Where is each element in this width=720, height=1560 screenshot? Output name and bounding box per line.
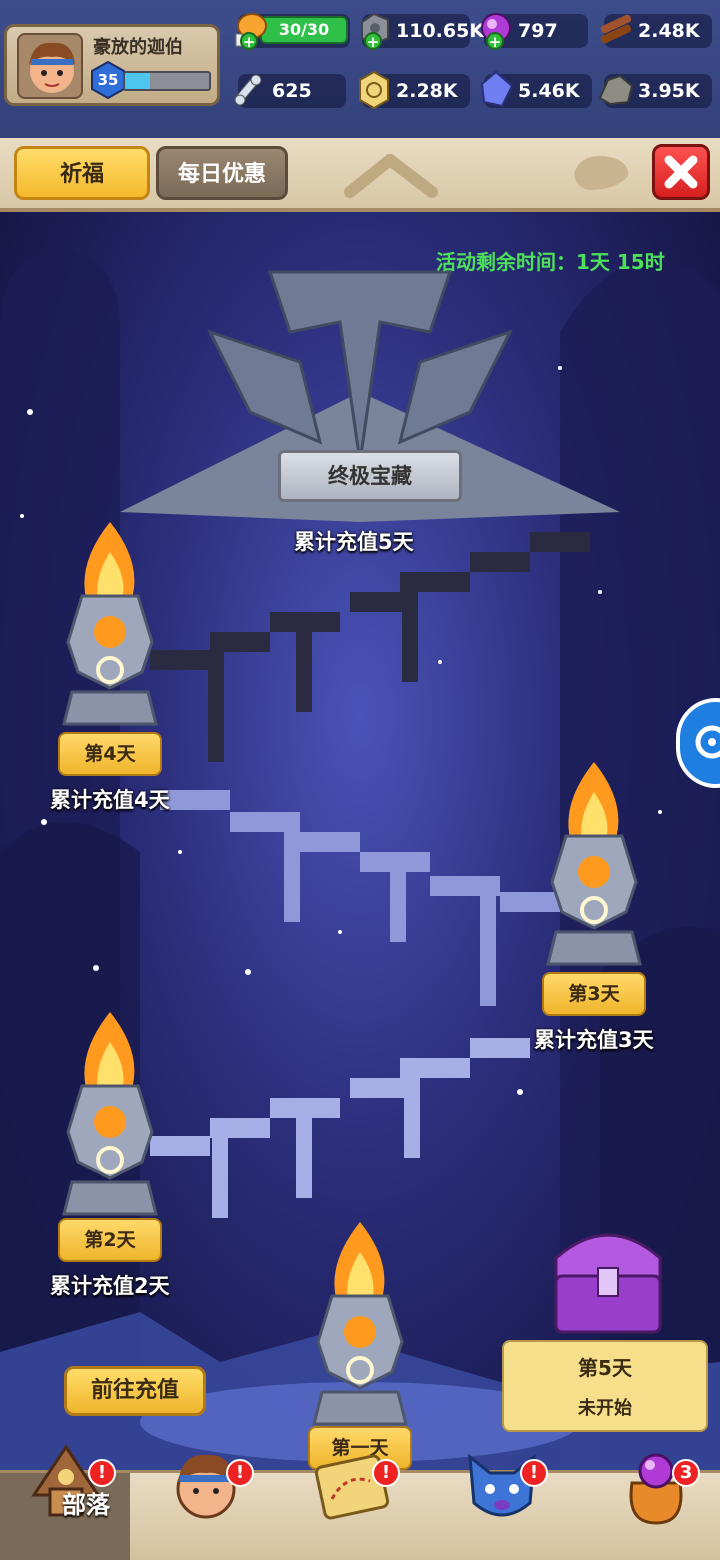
resource-bar: 豪放的迦伯 35 30/30 + + 110.65K + 797 2.48K 6… <box>0 0 720 138</box>
wood-counter: 2.48K <box>600 14 712 48</box>
stamina-value: 30/30 <box>278 20 330 39</box>
nav-tribe[interactable]: ! 部落 <box>16 1443 116 1559</box>
day4-subtitle: 累计充值4天 <box>50 788 170 812</box>
hero-alert-badge: ! <box>226 1459 254 1487</box>
bone-value: 625 <box>272 80 312 102</box>
ore-icon <box>598 74 634 106</box>
bone-counter: 625 <box>234 74 346 108</box>
pet-alert-badge: ! <box>520 1459 548 1487</box>
coin-counter: 2.28K <box>359 70 470 110</box>
day5-card: 第5天 未开始 <box>502 1340 708 1432</box>
close-button[interactable] <box>652 144 710 200</box>
day4-altar-icon <box>62 522 158 726</box>
crystal-counter: 5.46K <box>480 70 592 108</box>
map-alert-badge: ! <box>372 1459 400 1487</box>
purple-gem-value: 797 <box>518 20 558 42</box>
tab-bar: 祈福 每日优惠 <box>0 138 720 212</box>
gamepad-icon <box>695 725 720 759</box>
event-timer: 活动剩余时间：1天 15时 <box>436 250 665 274</box>
day4-tag: 第4天 <box>58 732 162 776</box>
stone-value: 110.65K <box>396 20 485 42</box>
event-scene: 活动剩余时间：1天 15时 终极宝藏 累计充值5天 第4天 累计充值4天 第3天… <box>0 212 720 1470</box>
coin-value: 2.28K <box>396 80 458 102</box>
crystal-value: 5.46K <box>518 80 580 102</box>
add-stamina-button[interactable]: + <box>240 32 258 51</box>
tribe-alert-badge: ! <box>88 1459 116 1487</box>
grand-treasure-title: 终极宝藏 <box>278 450 462 502</box>
player-profile[interactable]: 豪放的迦伯 35 <box>4 24 220 106</box>
day2-tag: 第2天 <box>58 1218 162 1262</box>
dino-skull-decoration-icon <box>574 155 629 190</box>
nav-hero[interactable]: ! <box>156 1443 256 1559</box>
day2-altar-icon <box>62 1012 158 1216</box>
purple-gem-counter[interactable]: + 797 <box>481 13 588 51</box>
bone-decoration-icon <box>344 154 438 198</box>
nav-tribe-label: 部落 <box>62 1491 110 1519</box>
ore-value: 3.95K <box>638 80 700 102</box>
stone-counter[interactable]: + 110.65K <box>361 12 484 51</box>
day5-title: 第5天 <box>578 1356 632 1380</box>
player-name: 豪放的迦伯 <box>93 37 183 58</box>
grand-treasure-subtitle: 累计充值5天 <box>294 530 414 554</box>
coin-icon <box>359 70 389 110</box>
tab-pray[interactable]: 祈福 <box>14 146 150 200</box>
go-recharge-button[interactable]: 前往充值 <box>64 1366 206 1416</box>
wood-icon <box>600 14 632 44</box>
bag-count-badge: 3 <box>672 1459 700 1487</box>
bone-icon <box>234 74 262 106</box>
wood-value: 2.48K <box>638 20 700 42</box>
treasure-chest-icon[interactable] <box>546 1218 670 1338</box>
close-icon <box>664 155 698 189</box>
nav-pet[interactable]: ! <box>450 1443 550 1559</box>
xp-fill <box>125 73 151 89</box>
stamina-counter[interactable]: 30/30 + <box>235 13 350 51</box>
add-gem-button[interactable]: + <box>486 32 504 51</box>
ore-counter: 3.95K <box>598 74 712 108</box>
xp-bar <box>123 71 211 91</box>
day3-altar-icon <box>546 762 642 966</box>
day3-subtitle: 累计充值3天 <box>534 1028 654 1052</box>
add-stone-button[interactable]: + <box>364 32 382 51</box>
avatar[interactable] <box>17 33 83 99</box>
nav-bag[interactable]: 3 <box>606 1443 706 1559</box>
day3-tag: 第3天 <box>542 972 646 1016</box>
crystal-icon <box>480 70 514 108</box>
bottom-nav: ! 部落 ! ! ! 3 <box>0 1444 720 1560</box>
day5-status: 未开始 <box>578 1398 632 1419</box>
day2-subtitle: 累计充值2天 <box>50 1274 170 1298</box>
day1-altar-icon <box>312 1222 408 1426</box>
player-level: 35 <box>97 71 119 89</box>
nav-map[interactable]: ! <box>300 1443 400 1559</box>
tab-daily-deals[interactable]: 每日优惠 <box>156 146 288 200</box>
